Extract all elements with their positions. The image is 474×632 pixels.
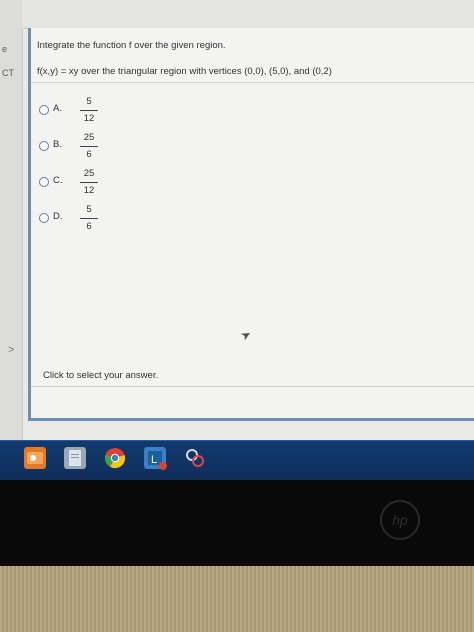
answer-hint: Click to select your answer.: [43, 370, 159, 381]
svg-text:L: L: [151, 454, 157, 466]
denominator: 12: [83, 113, 95, 124]
fraction-bar: [80, 182, 98, 183]
fraction: 5 12: [77, 96, 101, 125]
option-a[interactable]: A. 5 12: [37, 96, 157, 126]
chevron-right-icon[interactable]: >: [8, 344, 14, 356]
chrome-icon[interactable]: [104, 447, 126, 469]
fraction-bar: [80, 110, 98, 111]
question-title: Integrate the function f over the given …: [37, 40, 226, 51]
numerator: 5: [86, 204, 92, 215]
left-strip-text-top: e: [2, 44, 8, 54]
fraction: 25 12: [77, 168, 101, 197]
numerator: 5: [86, 96, 92, 107]
monitor-screen: e CT > Integrate the function f over the…: [0, 0, 474, 440]
option-b[interactable]: B. 25 6: [37, 132, 157, 162]
question-body: f(x,y) = xy over the triangular region w…: [37, 66, 332, 77]
left-nav-strip: e CT >: [0, 0, 23, 440]
top-toolbar: [22, 0, 474, 29]
answer-divider: [31, 386, 474, 387]
option-letter: A.: [53, 103, 62, 114]
denominator: 6: [86, 149, 92, 160]
laptop-speaker-grille: [0, 566, 474, 632]
fraction-bar: [80, 146, 98, 147]
option-letter: B.: [53, 139, 62, 150]
question-divider: [31, 82, 474, 83]
left-strip-text-mid: CT: [2, 68, 14, 78]
fraction-bar: [80, 218, 98, 219]
option-letter: C.: [53, 175, 63, 186]
denominator: 12: [83, 185, 95, 196]
option-letter: D.: [53, 211, 63, 222]
numerator: 25: [83, 132, 95, 143]
radio-button[interactable]: [39, 105, 49, 115]
radio-button[interactable]: [39, 213, 49, 223]
denominator: 6: [86, 221, 92, 232]
file-icon[interactable]: [64, 447, 86, 469]
option-c[interactable]: C. 25 12: [37, 168, 157, 198]
numerator: 25: [83, 168, 95, 179]
outlook-icon[interactable]: [24, 447, 46, 469]
snipping-tool-icon[interactable]: [184, 447, 206, 469]
option-d[interactable]: D. 5 6: [37, 204, 157, 234]
hp-logo: hp: [380, 500, 420, 540]
taskbar: L: [0, 440, 474, 481]
radio-button[interactable]: [39, 177, 49, 187]
fraction: 25 6: [77, 132, 101, 161]
fraction: 5 6: [77, 204, 101, 233]
radio-button[interactable]: [39, 141, 49, 151]
mouse-cursor-icon: ➤: [238, 326, 254, 344]
lockdown-browser-icon[interactable]: L: [144, 447, 167, 470]
question-panel: Integrate the function f over the given …: [28, 28, 474, 421]
